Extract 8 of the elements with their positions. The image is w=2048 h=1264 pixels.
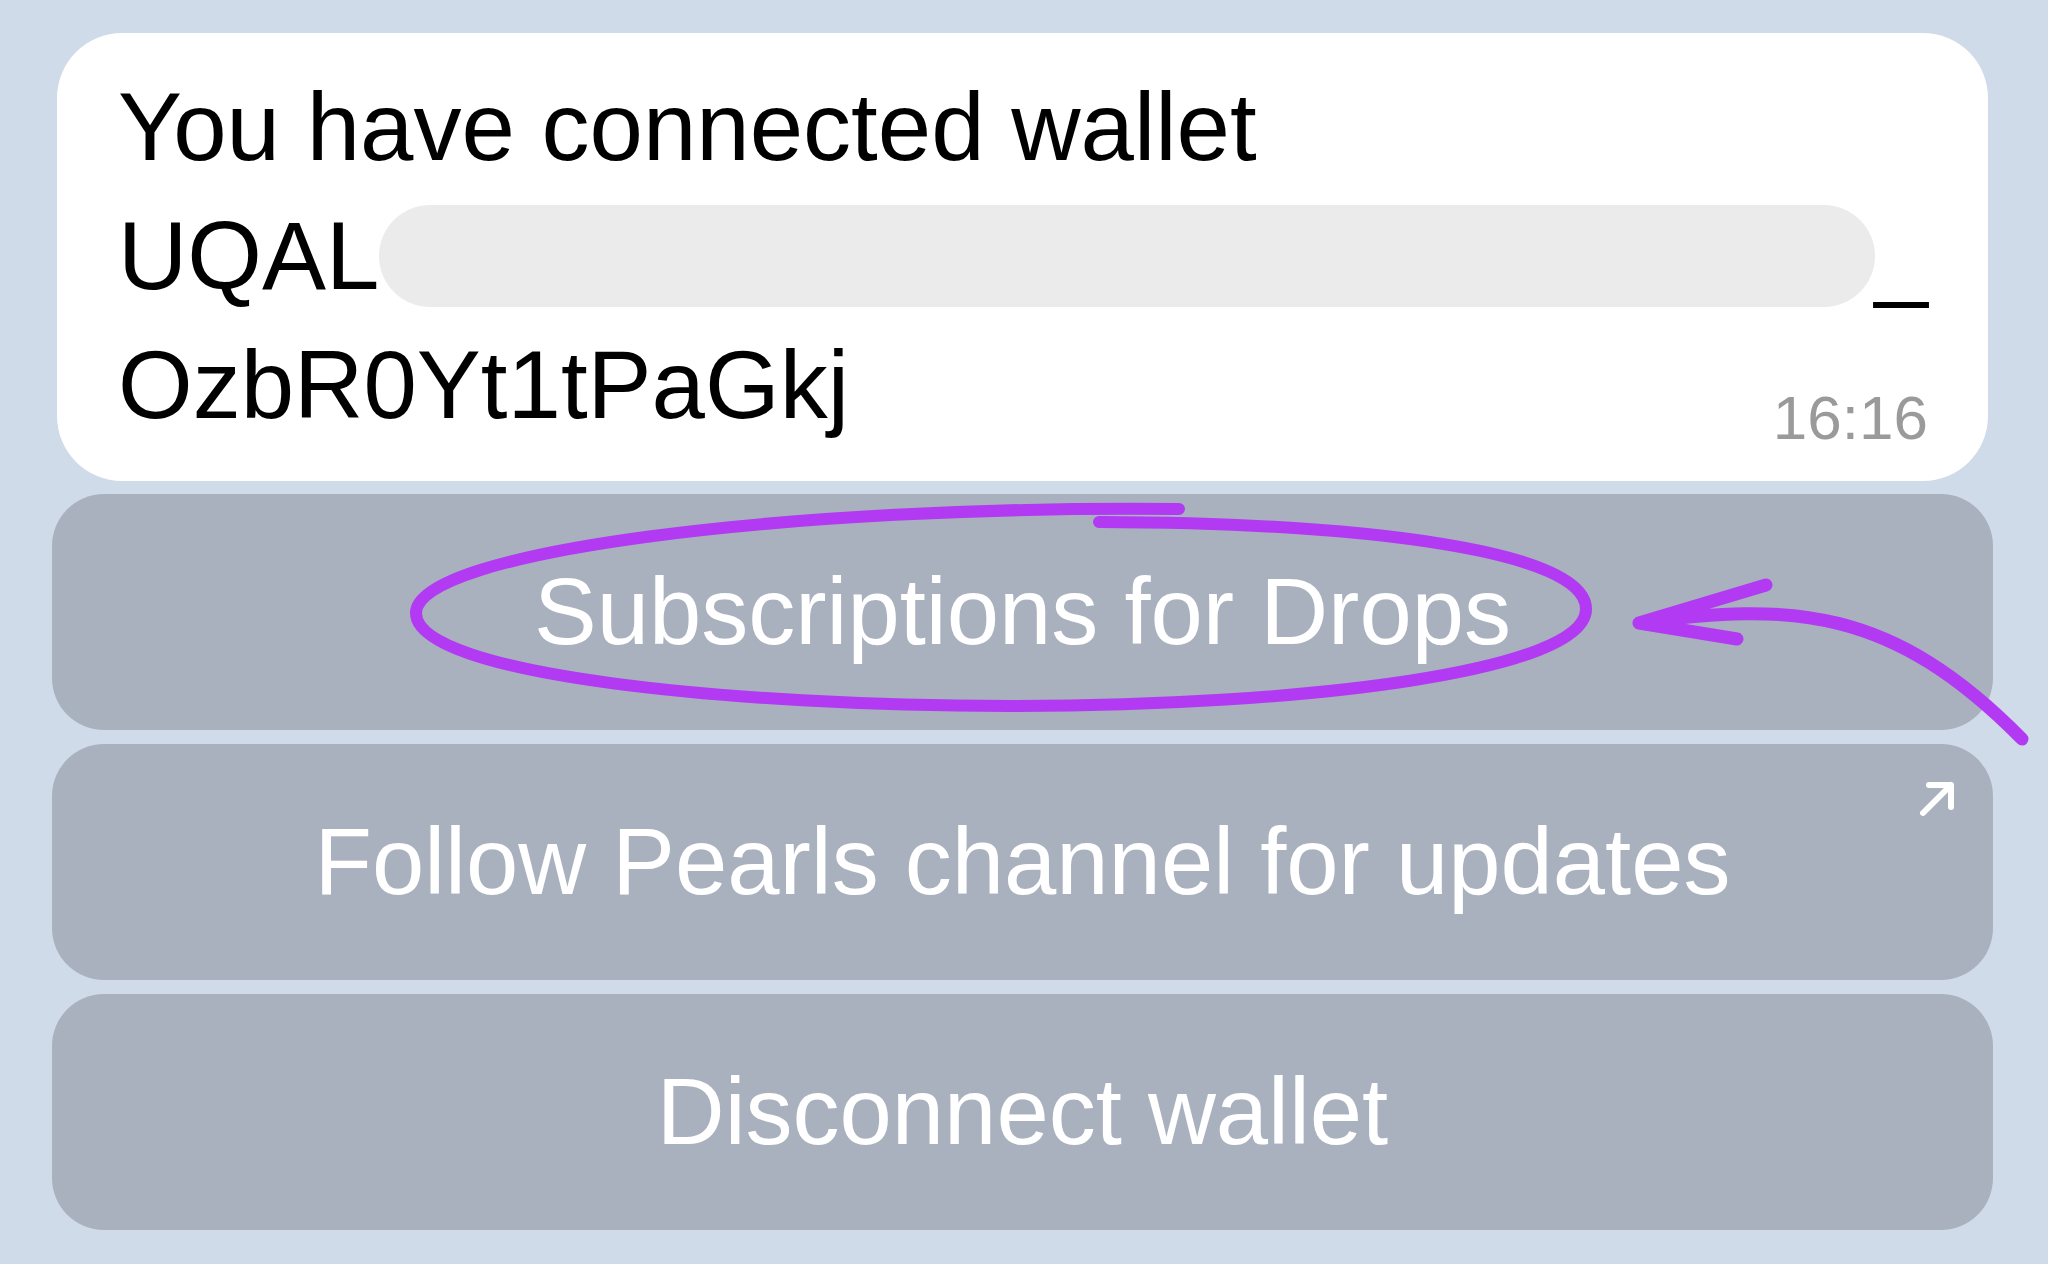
wallet-address-text: _ (1874, 201, 1928, 311)
wallet-address-text: UQAL (118, 201, 380, 311)
keyboard-button[interactable]: Disconnect wallet (52, 994, 1993, 1230)
keyboard-button[interactable]: Subscriptions for Drops (52, 494, 1993, 730)
wallet-address-text: OzbR0Yt1tPaGkj (118, 330, 849, 440)
message-text: You have connected wallet (118, 72, 1257, 182)
message-time: 16:16 (1772, 387, 1928, 449)
keyboard-button[interactable]: Follow Pearls channel for updates (52, 744, 1993, 980)
